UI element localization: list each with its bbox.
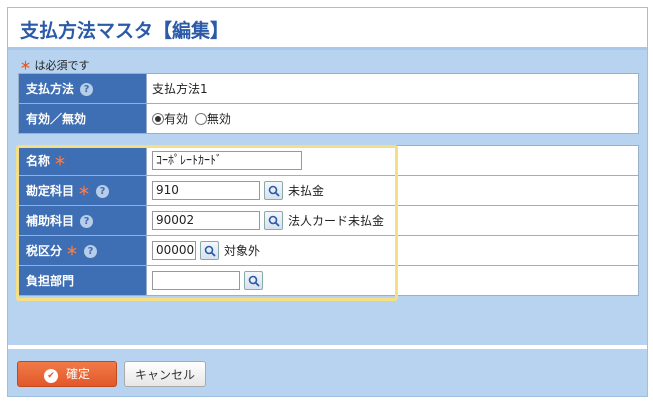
- radio-inactive[interactable]: [194, 113, 207, 125]
- name-input[interactable]: ｺｰﾎﾟﾚｰﾄｶｰﾄﾞ: [152, 151, 302, 170]
- required-star: ＊: [54, 154, 67, 168]
- footer-divider: [8, 345, 647, 349]
- row-account: 勘定科目＊? 910 未払金: [18, 175, 639, 206]
- row-tax-category: 税区分＊? 00000 対象外: [18, 235, 639, 266]
- required-note-text: は必須です: [34, 59, 90, 72]
- sub-account-code-input[interactable]: 90002: [152, 211, 260, 230]
- label-name: 名称＊: [18, 145, 147, 176]
- label-account: 勘定科目＊?: [18, 175, 147, 206]
- row-department: 負担部門: [18, 265, 639, 296]
- tax-category-cell: 00000 対象外: [146, 235, 639, 266]
- magnifier-icon: [268, 185, 280, 197]
- help-icon[interactable]: ?: [84, 245, 98, 258]
- payment-method-value: 支払方法1: [146, 73, 639, 104]
- title-bar: 支払方法マスタ【編集】: [8, 8, 647, 50]
- label-payment-method: 支払方法?: [18, 73, 147, 104]
- help-icon[interactable]: ?: [80, 215, 94, 228]
- label-active: 有効／無効: [18, 103, 147, 134]
- account-name: 未払金: [288, 184, 325, 198]
- required-star: ＊: [66, 244, 79, 258]
- row-payment-method: 支払方法? 支払方法1: [18, 73, 639, 104]
- account-search-button[interactable]: [264, 181, 283, 200]
- main-panel: 支払方法マスタ【編集】 ＊ は必須です 支払方法? 支払方法1 有効／無効 有効…: [7, 7, 648, 397]
- row-sub-account: 補助科目? 90002 法人カード未払金: [18, 205, 639, 236]
- magnifier-icon: [204, 245, 216, 257]
- label-sub-account: 補助科目?: [18, 205, 147, 236]
- tax-category-name: 対象外: [224, 244, 261, 258]
- sub-account-name: 法人カード未払金: [288, 214, 385, 228]
- radio-active-label: 有効: [164, 112, 189, 126]
- tax-category-code-input[interactable]: 00000: [152, 241, 196, 260]
- name-cell: ｺｰﾎﾟﾚｰﾄｶｰﾄﾞ: [146, 145, 639, 176]
- confirm-button[interactable]: ✔ 確定: [17, 361, 117, 387]
- department-search-button[interactable]: [244, 271, 263, 290]
- tax-category-search-button[interactable]: [200, 241, 219, 260]
- department-cell: [146, 265, 639, 296]
- edit-form-table: 名称＊ ｺｰﾎﾟﾚｰﾄｶｰﾄﾞ 勘定科目＊? 910 未払金 補助科目? 9000…: [18, 145, 639, 296]
- label-department: 負担部門: [18, 265, 147, 296]
- radio-active[interactable]: [152, 113, 164, 125]
- account-code-input[interactable]: 910: [152, 181, 260, 200]
- department-code-input[interactable]: [152, 271, 240, 290]
- help-icon[interactable]: ?: [96, 185, 110, 198]
- radio-inactive-label: 無効: [206, 112, 231, 126]
- magnifier-icon: [268, 215, 280, 227]
- row-name: 名称＊ ｺｰﾎﾟﾚｰﾄｶｰﾄﾞ: [18, 145, 639, 176]
- required-star: ＊: [78, 184, 91, 198]
- label-tax-category: 税区分＊?: [18, 235, 147, 266]
- page-title: 支払方法マスタ【編集】: [20, 20, 230, 42]
- required-note: ＊ は必須です: [20, 57, 90, 73]
- top-form-table: 支払方法? 支払方法1 有効／無効 有効 無効: [18, 73, 639, 134]
- row-active: 有効／無効 有効 無効: [18, 103, 639, 134]
- magnifier-icon: [248, 275, 260, 287]
- required-star: ＊: [20, 59, 31, 72]
- sub-account-cell: 90002 法人カード未払金: [146, 205, 639, 236]
- check-icon: ✔: [43, 369, 58, 383]
- help-icon[interactable]: ?: [80, 83, 94, 96]
- sub-account-search-button[interactable]: [264, 211, 283, 230]
- active-radio-group: 有効 無効: [146, 103, 639, 134]
- account-cell: 910 未払金: [146, 175, 639, 206]
- cancel-button[interactable]: キャンセル: [124, 361, 206, 387]
